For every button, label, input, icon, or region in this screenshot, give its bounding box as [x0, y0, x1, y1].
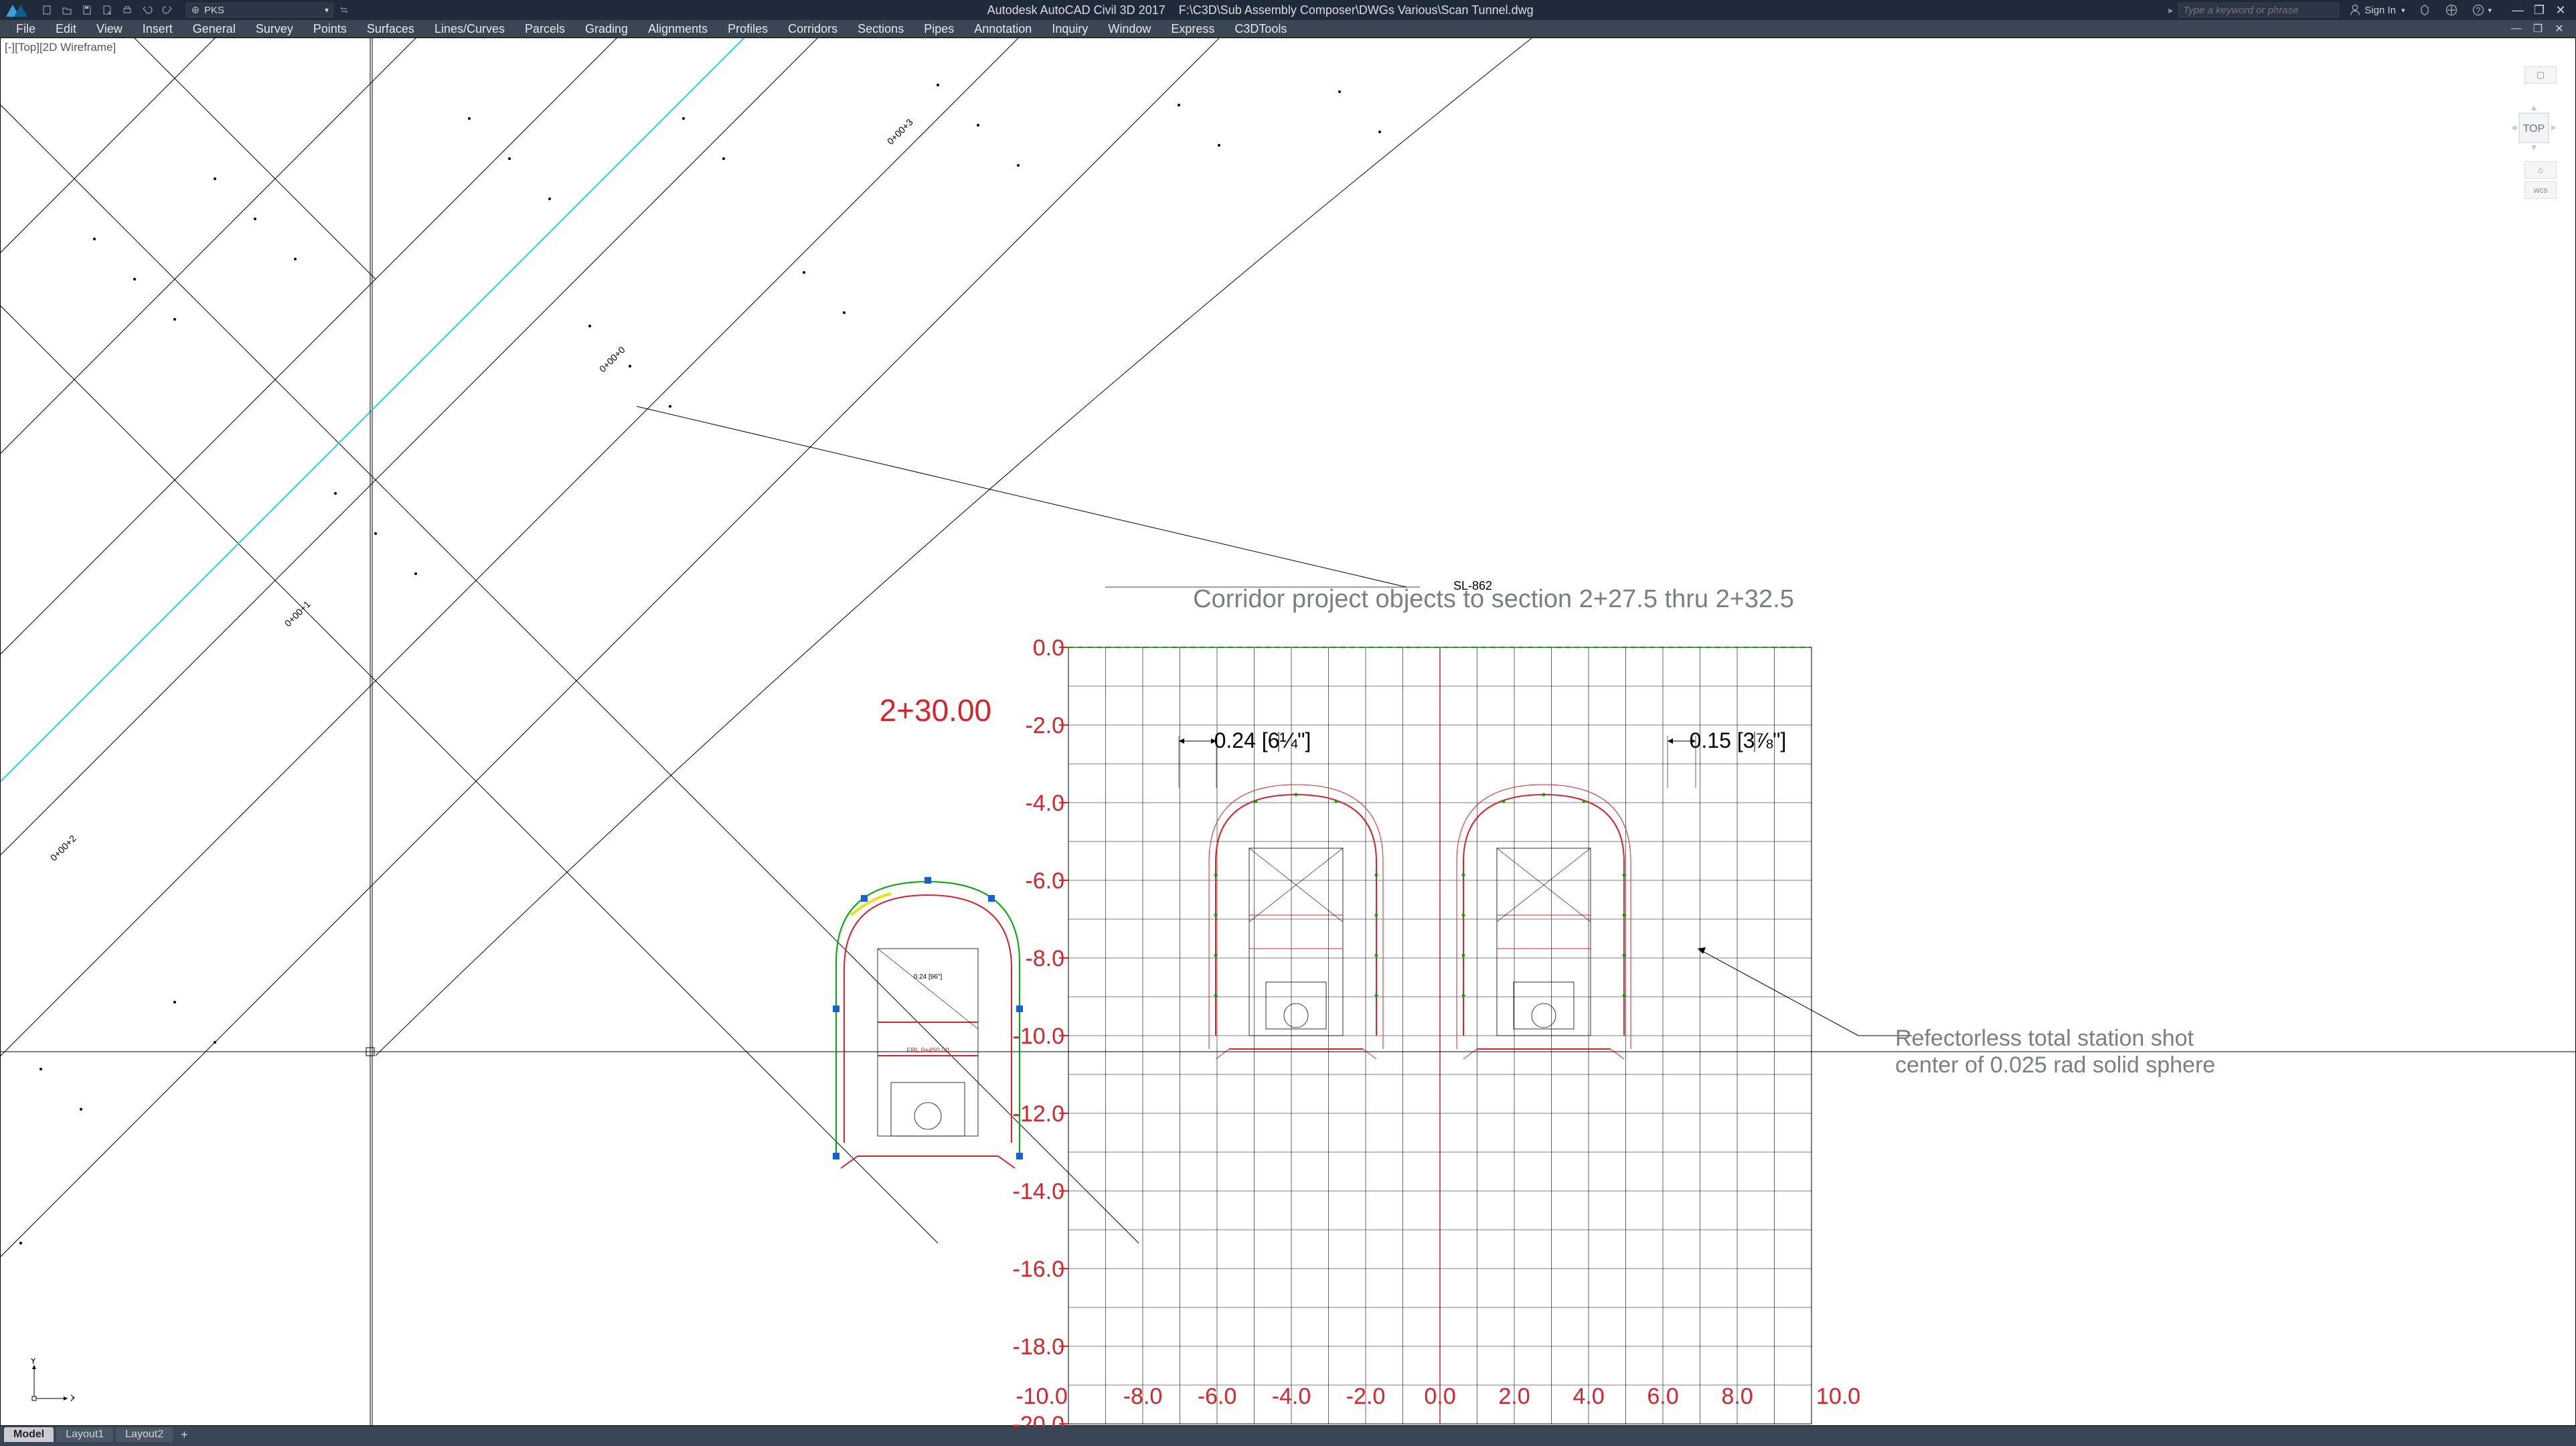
- svg-text:-12.0: -12.0: [1013, 1101, 1065, 1127]
- autodesk360-icon[interactable]: [2414, 3, 2435, 17]
- drawing-canvas[interactable]: 0+00+2 0+00+1 0+00+0 0+00+3: [1, 38, 2576, 1427]
- menu-surfaces[interactable]: Surfaces: [357, 20, 424, 37]
- menu-survey[interactable]: Survey: [246, 20, 303, 37]
- menu-annotation[interactable]: Annotation: [965, 20, 1041, 37]
- svg-text:6.0: 6.0: [1647, 1384, 1678, 1409]
- menu-points[interactable]: Points: [304, 20, 356, 37]
- menu-pipes[interactable]: Pipes: [914, 20, 963, 37]
- svg-text:0+00+3: 0+00+3: [885, 116, 915, 147]
- menu-alignments[interactable]: Alignments: [639, 20, 717, 37]
- svg-text:-8.0: -8.0: [1123, 1384, 1163, 1409]
- menu-corridors[interactable]: Corridors: [779, 20, 847, 37]
- svg-text:0+00+2: 0+00+2: [48, 833, 78, 863]
- menu-bar: File Edit View Insert General Survey Poi…: [0, 20, 2576, 37]
- drawing-viewport[interactable]: [-][Top][2D Wireframe] ▢ TOP ⌂ wcs XY: [0, 37, 2576, 1426]
- menu-general[interactable]: General: [183, 20, 245, 37]
- exchange-apps-icon[interactable]: [2441, 3, 2462, 17]
- svg-text:0.24 [96"]: 0.24 [96"]: [914, 973, 943, 981]
- svg-text:-4.0: -4.0: [1272, 1384, 1311, 1409]
- menu-window[interactable]: Window: [1099, 20, 1160, 37]
- redo-icon[interactable]: [159, 2, 175, 18]
- svg-text:4.0: 4.0: [1573, 1384, 1604, 1409]
- svg-text:-2.0: -2.0: [1025, 713, 1064, 738]
- menu-sections[interactable]: Sections: [848, 20, 913, 37]
- restore-icon[interactable]: ❐: [2529, 3, 2549, 17]
- svg-text:-8.0: -8.0: [1025, 946, 1064, 971]
- doc-close-icon[interactable]: ✕: [2549, 21, 2569, 36]
- svg-text:SL-862: SL-862: [1453, 579, 1492, 592]
- title-text: Autodesk AutoCAD Civil 3D 2017 F:\C3D\Su…: [352, 3, 2168, 17]
- svg-text:-6.0: -6.0: [1198, 1384, 1237, 1409]
- tab-layout2[interactable]: Layout2: [116, 1427, 173, 1442]
- svg-text:-20.0: -20.0: [1013, 1412, 1065, 1427]
- status-bar: 327259.25, 6249968.10, 0.00 MODEL 1:200▾…: [0, 1443, 2576, 1446]
- svg-text:-6.0: -6.0: [1025, 868, 1064, 894]
- svg-text:center of 0.025 rad solid sphe: center of 0.025 rad solid sphere: [1895, 1052, 2215, 1078]
- plot-icon[interactable]: [119, 2, 135, 18]
- menu-file[interactable]: File: [7, 20, 45, 37]
- signin-button[interactable]: Sign In▾: [2344, 3, 2409, 17]
- save-icon[interactable]: [79, 2, 95, 18]
- svg-text:-4.0: -4.0: [1025, 791, 1064, 816]
- svg-text:Corridor project objects to se: Corridor project objects to section 2+27…: [1193, 585, 1794, 613]
- svg-text:2+30.00: 2+30.00: [879, 693, 991, 728]
- menu-lines-curves[interactable]: Lines/Curves: [425, 20, 514, 37]
- undo-icon[interactable]: [139, 2, 155, 18]
- saveas-icon[interactable]: [99, 2, 115, 18]
- tab-add-button[interactable]: +: [175, 1428, 193, 1442]
- menu-edit[interactable]: Edit: [46, 20, 86, 37]
- svg-text:-18.0: -18.0: [1013, 1334, 1065, 1360]
- menu-parcels[interactable]: Parcels: [515, 20, 574, 37]
- new-icon[interactable]: [39, 2, 55, 18]
- help-icon[interactable]: ?▾: [2468, 3, 2496, 17]
- tab-layout1[interactable]: Layout1: [56, 1427, 113, 1442]
- workspace-switch-icon[interactable]: [336, 2, 352, 18]
- svg-text:FRL 0+450.00: FRL 0+450.00: [906, 1047, 949, 1054]
- menu-express[interactable]: Express: [1161, 20, 1224, 37]
- open-icon[interactable]: [59, 2, 75, 18]
- svg-text:-14.0: -14.0: [1013, 1179, 1065, 1204]
- search-input[interactable]: [2178, 3, 2339, 17]
- svg-text:0+00+0: 0+00+0: [597, 344, 627, 374]
- layout-tabs: Model Layout1 Layout2 +: [0, 1426, 2576, 1443]
- svg-text:8.0: 8.0: [1721, 1384, 1753, 1409]
- menu-profiles[interactable]: Profiles: [718, 20, 777, 37]
- tab-model[interactable]: Model: [4, 1427, 54, 1442]
- svg-text:Refectorless total station sho: Refectorless total station shot: [1895, 1026, 2194, 1051]
- doc-minimize-icon[interactable]: —: [2506, 21, 2526, 36]
- close-icon[interactable]: ✕: [2551, 3, 2571, 17]
- app-menu-button[interactable]: [0, 0, 33, 20]
- menu-inquiry[interactable]: Inquiry: [1042, 20, 1097, 37]
- minimize-icon[interactable]: —: [2508, 3, 2528, 17]
- svg-text:0.24 [6¼"]: 0.24 [6¼"]: [1214, 728, 1311, 752]
- quick-access-toolbar: [33, 2, 181, 18]
- svg-text:2.0: 2.0: [1498, 1384, 1530, 1409]
- svg-text:0.15 [3⅞"]: 0.15 [3⅞"]: [1690, 728, 1787, 752]
- svg-text:-10.0: -10.0: [1016, 1384, 1068, 1409]
- svg-text:-2.0: -2.0: [1346, 1384, 1386, 1409]
- svg-text:10.0: 10.0: [1816, 1384, 1860, 1409]
- menu-view[interactable]: View: [87, 20, 132, 37]
- search-chevron-icon[interactable]: ▸: [2168, 5, 2173, 16]
- menu-insert[interactable]: Insert: [133, 20, 182, 37]
- title-bar: PKS▾ Autodesk AutoCAD Civil 3D 2017 F:\C…: [0, 0, 2576, 20]
- workspace-dropdown[interactable]: PKS▾: [186, 3, 333, 17]
- svg-text:-10.0: -10.0: [1013, 1024, 1065, 1049]
- svg-text:-16.0: -16.0: [1013, 1257, 1065, 1282]
- menu-c3dtools[interactable]: C3DTools: [1225, 20, 1296, 37]
- svg-text:0.0: 0.0: [1424, 1384, 1455, 1409]
- doc-restore-icon[interactable]: ❐: [2528, 21, 2548, 36]
- menu-grading[interactable]: Grading: [576, 20, 637, 37]
- svg-text:?: ?: [2476, 6, 2481, 15]
